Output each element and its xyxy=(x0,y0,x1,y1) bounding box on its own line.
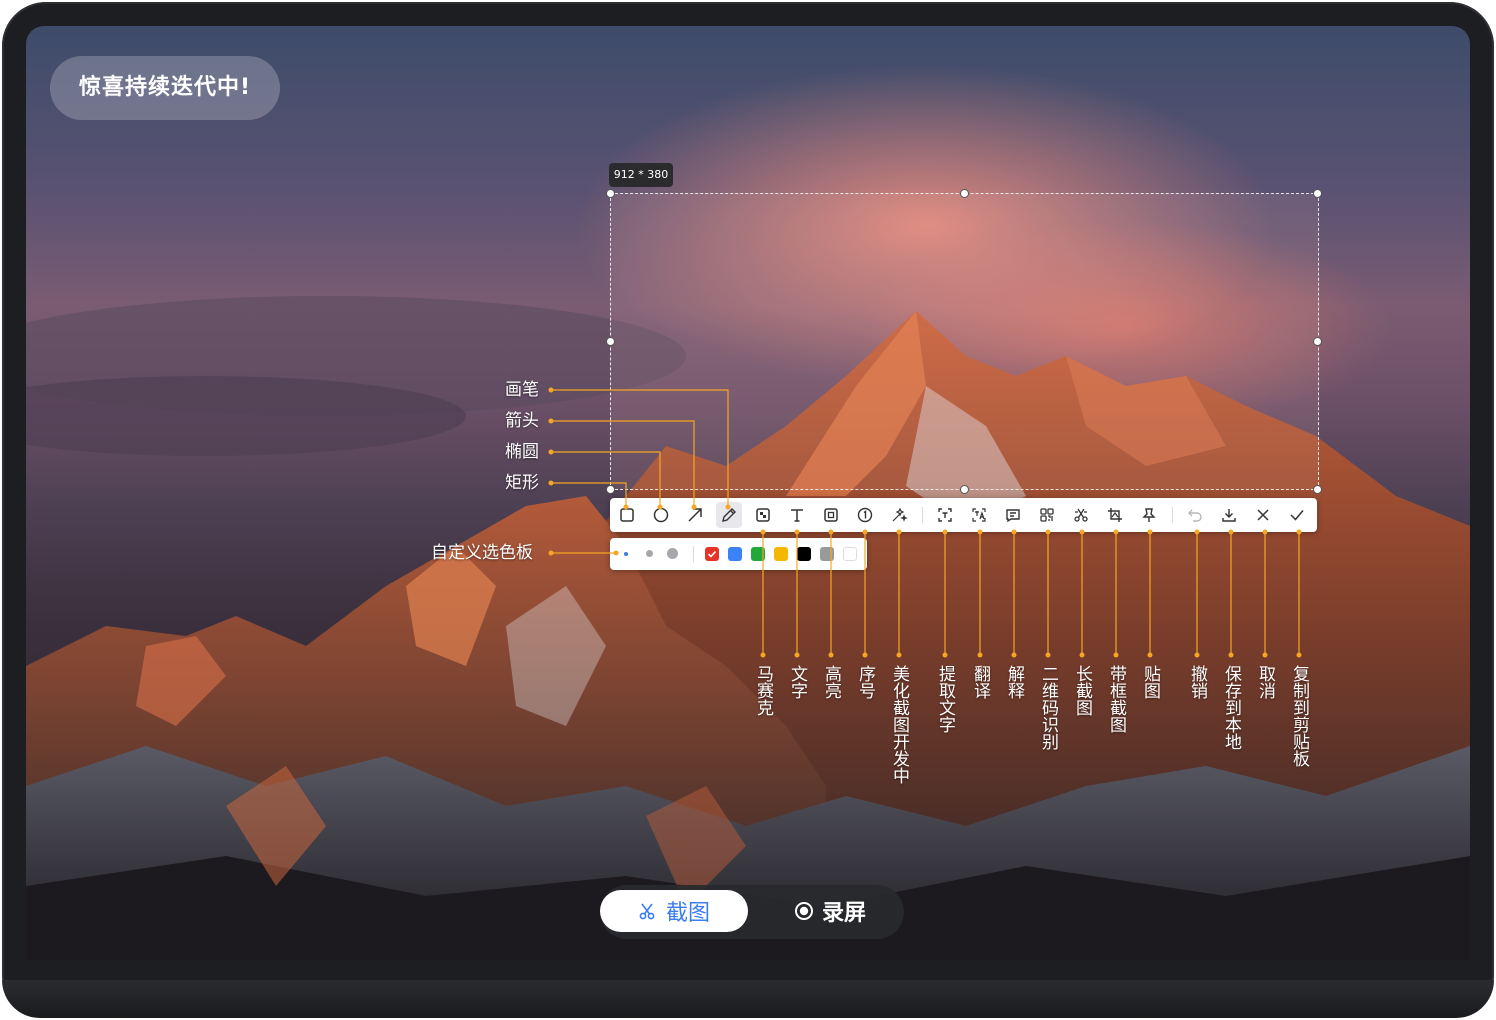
annotation-pen: 画笔 xyxy=(505,380,539,400)
text-tool-button[interactable] xyxy=(784,502,810,528)
scissors-icon xyxy=(639,903,655,920)
toolbar-divider xyxy=(922,507,923,523)
long-screenshot-icon xyxy=(1074,508,1088,522)
ellipse-icon xyxy=(653,507,669,523)
palette-divider xyxy=(693,546,694,562)
annotation-arrow: 箭头 xyxy=(505,411,539,431)
brush-size-medium[interactable] xyxy=(646,550,653,557)
number-tool-button[interactable] xyxy=(852,502,878,528)
toolbar-divider xyxy=(1172,507,1173,523)
annotation-pin: 贴图 xyxy=(1140,665,1160,699)
record-mode-button[interactable]: 录屏 xyxy=(770,890,890,932)
ellipse-tool-button[interactable] xyxy=(648,502,674,528)
annotation-text: 文字 xyxy=(787,665,807,699)
update-badge: 惊喜持续迭代中! xyxy=(50,56,280,120)
annotation-highlight: 高亮 xyxy=(821,665,841,699)
annotation-copy: 复制到剪贴板 xyxy=(1289,665,1309,767)
qrcode-icon xyxy=(1040,508,1054,522)
annotation-ellipse: 椭圆 xyxy=(505,442,539,462)
mountain-landscape xyxy=(26,296,1470,960)
screenshot-mode-label: 截图 xyxy=(665,901,710,926)
number-icon xyxy=(857,507,873,523)
beautify-icon xyxy=(892,507,908,522)
color-swatch-blue[interactable] xyxy=(728,547,742,561)
rectangle-icon xyxy=(620,508,634,522)
arrow-tool-button[interactable] xyxy=(682,502,708,528)
translate-icon xyxy=(972,508,986,522)
undo-button[interactable] xyxy=(1182,502,1208,528)
check-icon xyxy=(1290,510,1304,521)
pin-tool-button[interactable] xyxy=(1136,502,1162,528)
annotation-rectangle: 矩形 xyxy=(505,473,539,493)
selection-size-label: 912 * 380 xyxy=(609,163,673,187)
arrow-icon xyxy=(688,508,702,522)
annotation-number: 序号 xyxy=(855,665,875,699)
resize-handle-bottom[interactable] xyxy=(960,485,969,494)
annotation-cancel: 取消 xyxy=(1255,665,1275,699)
long-screenshot-tool-button[interactable] xyxy=(1068,502,1094,528)
annotation-palette: 自定义选色板 xyxy=(431,543,533,563)
brush-size-large[interactable] xyxy=(667,548,678,559)
screenshot-mode-button[interactable]: 截图 xyxy=(600,890,748,932)
color-swatch-black[interactable] xyxy=(797,547,811,561)
qrcode-tool-button[interactable] xyxy=(1034,502,1060,528)
mode-switch: 截图 录屏 xyxy=(600,885,904,939)
color-swatch-gray[interactable] xyxy=(820,547,834,561)
annotation-beautify: 美化截图开发中 xyxy=(889,665,909,784)
annotation-frame-screenshot: 带框截图 xyxy=(1106,665,1126,733)
save-local-button[interactable] xyxy=(1216,502,1242,528)
download-icon xyxy=(1222,509,1236,522)
color-swatch-green[interactable] xyxy=(751,547,765,561)
frame-screenshot-icon xyxy=(1108,508,1122,522)
explain-icon xyxy=(1006,509,1020,523)
cancel-button[interactable] xyxy=(1250,502,1276,528)
undo-icon xyxy=(1188,509,1202,522)
frame-screenshot-tool-button[interactable] xyxy=(1102,502,1128,528)
record-icon xyxy=(794,902,813,920)
copy-to-clipboard-button[interactable] xyxy=(1284,502,1310,528)
color-swatch-white[interactable] xyxy=(843,547,857,561)
resize-handle-top-left[interactable] xyxy=(606,189,615,198)
annotation-ocr: 提取文字 xyxy=(935,665,955,733)
close-icon xyxy=(1257,509,1269,521)
annotation-save: 保存到本地 xyxy=(1221,665,1241,750)
color-swatch-yellow[interactable] xyxy=(774,547,788,561)
rectangle-tool-button[interactable] xyxy=(614,502,640,528)
mosaic-icon xyxy=(756,508,770,522)
mosaic-tool-button[interactable] xyxy=(750,502,776,528)
ocr-tool-button[interactable] xyxy=(932,502,958,528)
resize-handle-bottom-left[interactable] xyxy=(606,485,615,494)
annotation-translate: 翻译 xyxy=(970,665,990,699)
color-palette xyxy=(610,538,867,570)
annotation-undo: 撤销 xyxy=(1187,665,1207,699)
laptop-base xyxy=(2,980,1494,1018)
pin-icon xyxy=(1142,508,1156,522)
brush-size-small[interactable] xyxy=(624,552,628,556)
resize-handle-left[interactable] xyxy=(606,337,615,346)
pen-icon xyxy=(722,508,736,522)
annotation-mosaic: 马赛克 xyxy=(753,665,773,716)
selection-region[interactable] xyxy=(610,193,1319,490)
explain-tool-button[interactable] xyxy=(1000,502,1026,528)
record-mode-label: 录屏 xyxy=(821,901,866,926)
highlight-icon xyxy=(824,508,838,522)
annotation-explain: 解释 xyxy=(1004,665,1024,699)
highlight-tool-button[interactable] xyxy=(818,502,844,528)
translate-tool-button[interactable] xyxy=(966,502,992,528)
resize-handle-top-right[interactable] xyxy=(1313,189,1322,198)
resize-handle-top[interactable] xyxy=(960,189,969,198)
screenshot-toolbar xyxy=(610,498,1317,532)
desktop-wallpaper: 惊喜持续迭代中! xyxy=(26,26,1470,960)
ocr-icon xyxy=(938,508,952,522)
resize-handle-bottom-right[interactable] xyxy=(1313,485,1322,494)
beautify-tool-button[interactable] xyxy=(886,502,912,528)
pen-tool-button[interactable] xyxy=(716,502,742,528)
annotation-long-screenshot: 长截图 xyxy=(1072,665,1092,716)
annotation-qrcode: 二维码识别 xyxy=(1038,665,1058,750)
resize-handle-right[interactable] xyxy=(1313,337,1322,346)
selected-check-icon xyxy=(707,550,717,558)
text-icon xyxy=(791,509,803,522)
